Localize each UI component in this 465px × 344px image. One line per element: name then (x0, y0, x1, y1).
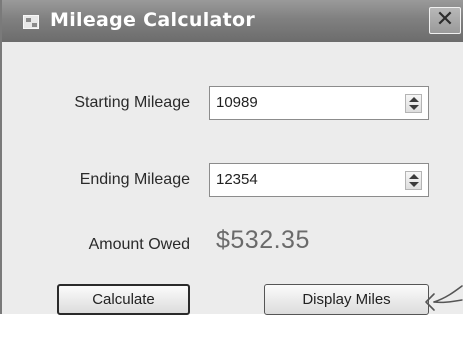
calculate-button[interactable]: Calculate (57, 284, 190, 315)
spin-down-icon[interactable] (409, 182, 419, 187)
ending-mileage-value: 12354 (216, 171, 258, 188)
application-window-icon (23, 15, 39, 29)
window-title: Mileage Calculator (50, 9, 256, 31)
starting-mileage-label: Starting Mileage (74, 94, 190, 111)
amount-owed-label: Amount Owed (88, 236, 190, 253)
up-down-arrows-icon[interactable] (405, 94, 422, 113)
hand-drawn-arrow-icon (425, 285, 463, 311)
close-icon[interactable]: ✕ (429, 7, 461, 34)
spin-up-icon[interactable] (409, 174, 419, 179)
amount-owed-value: $532.35 (216, 226, 310, 254)
starting-mileage-input[interactable]: 10989 (209, 86, 429, 120)
title-bar: Mileage Calculator ✕ (2, 0, 463, 42)
spin-down-icon[interactable] (409, 105, 419, 110)
display-miles-button[interactable]: Display Miles (264, 284, 429, 315)
starting-mileage-value: 10989 (216, 94, 258, 111)
mileage-calculator-window: Mileage Calculator ✕ Starting Mileage 10… (0, 0, 463, 315)
ending-mileage-input[interactable]: 12354 (209, 163, 429, 197)
ending-mileage-label: Ending Mileage (79, 171, 190, 188)
up-down-arrows-icon[interactable] (405, 171, 422, 190)
spin-up-icon[interactable] (409, 97, 419, 102)
